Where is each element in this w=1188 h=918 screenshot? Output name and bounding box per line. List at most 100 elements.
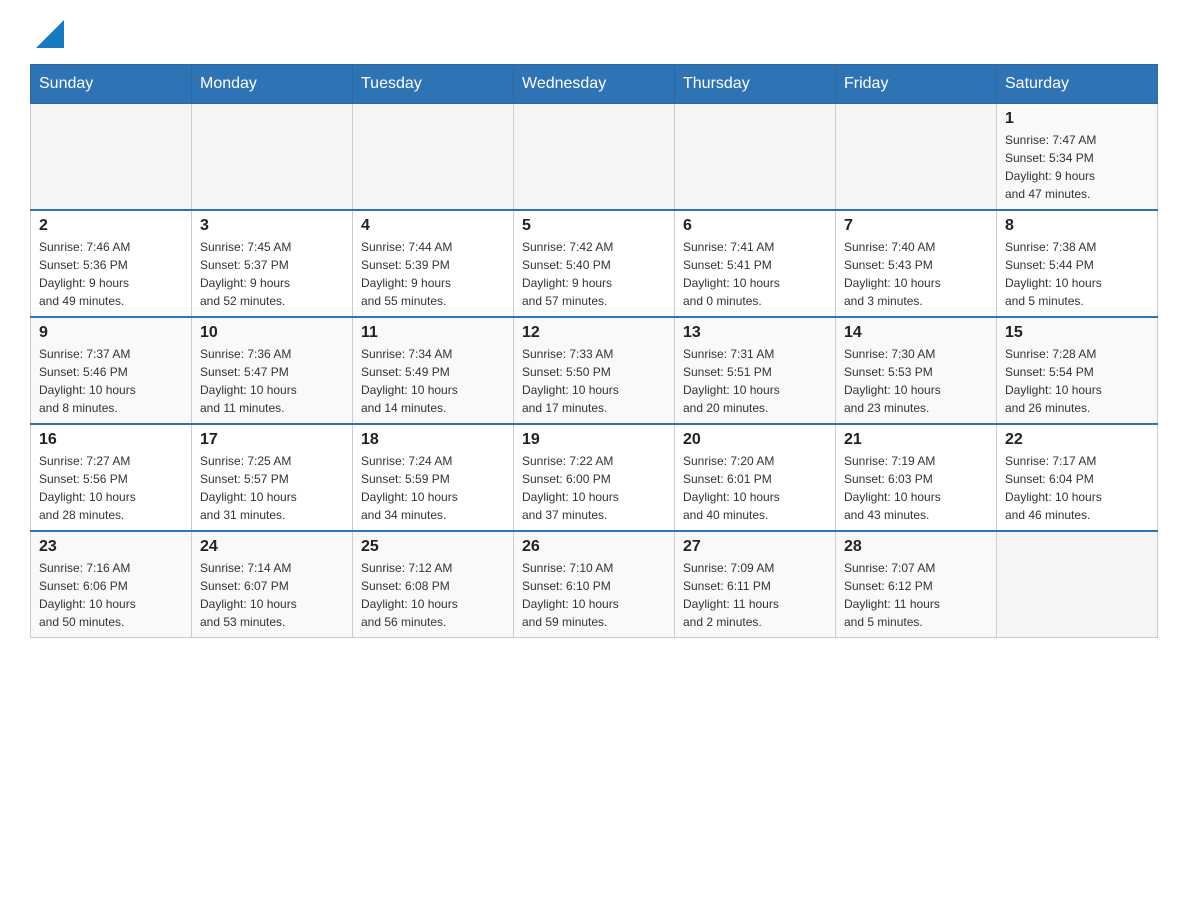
calendar-cell: 28 Sunrise: 7:07 AMSunset: 6:12 PMDayligh…	[836, 531, 997, 638]
day-info: Sunrise: 7:38 AMSunset: 5:44 PMDaylight:…	[1005, 238, 1149, 310]
day-number: 4	[361, 217, 505, 235]
day-info: Sunrise: 7:45 AMSunset: 5:37 PMDaylight:…	[200, 238, 344, 310]
calendar-cell: 16 Sunrise: 7:27 AMSunset: 5:56 PMDayligh…	[31, 424, 192, 531]
day-number: 26	[522, 538, 666, 556]
day-info: Sunrise: 7:30 AMSunset: 5:53 PMDaylight:…	[844, 345, 988, 417]
day-info: Sunrise: 7:46 AMSunset: 5:36 PMDaylight:…	[39, 238, 183, 310]
calendar-cell: 8Sunrise: 7:38 AMSunset: 5:44 PMDaylight…	[997, 210, 1158, 317]
day-info: Sunrise: 7:19 AMSunset: 6:03 PMDaylight:…	[844, 452, 988, 524]
calendar-cell: 4 Sunrise: 7:44 AMSunset: 5:39 PMDaylight…	[353, 210, 514, 317]
day-number: 7	[844, 217, 988, 235]
day-number: 28	[844, 538, 988, 556]
day-info: Sunrise: 7:47 AMSunset: 5:34 PMDaylight:…	[1005, 131, 1149, 203]
calendar-cell: 27 Sunrise: 7:09 AMSunset: 6:11 PMDayligh…	[675, 531, 836, 638]
day-info: Sunrise: 7:36 AMSunset: 5:47 PMDaylight:…	[200, 345, 344, 417]
day-number: 6	[683, 217, 827, 235]
day-number: 25	[361, 538, 505, 556]
day-info: Sunrise: 7:41 AMSunset: 5:41 PMDaylight:…	[683, 238, 827, 310]
calendar-cell: 2 Sunrise: 7:46 AMSunset: 5:36 PMDaylight…	[31, 210, 192, 317]
day-info: Sunrise: 7:24 AMSunset: 5:59 PMDaylight:…	[361, 452, 505, 524]
calendar-week-3: 9 Sunrise: 7:37 AMSunset: 5:46 PMDaylight…	[31, 317, 1158, 424]
logo	[30, 20, 64, 48]
calendar-cell: 19 Sunrise: 7:22 AMSunset: 6:00 PMDayligh…	[514, 424, 675, 531]
calendar-cell: 13 Sunrise: 7:31 AMSunset: 5:51 PMDayligh…	[675, 317, 836, 424]
day-number: 24	[200, 538, 344, 556]
day-number: 9	[39, 324, 183, 342]
header-sunday: Sunday	[31, 65, 192, 104]
day-info: Sunrise: 7:09 AMSunset: 6:11 PMDaylight:…	[683, 559, 827, 631]
day-number: 14	[844, 324, 988, 342]
calendar-week-2: 2 Sunrise: 7:46 AMSunset: 5:36 PMDaylight…	[31, 210, 1158, 317]
day-number: 11	[361, 324, 505, 342]
day-number: 3	[200, 217, 344, 235]
calendar-cell	[675, 104, 836, 211]
calendar-cell: 17Sunrise: 7:25 AMSunset: 5:57 PMDayligh…	[192, 424, 353, 531]
day-number: 2	[39, 217, 183, 235]
header-tuesday: Tuesday	[353, 65, 514, 104]
day-info: Sunrise: 7:22 AMSunset: 6:00 PMDaylight:…	[522, 452, 666, 524]
calendar-cell: 11 Sunrise: 7:34 AMSunset: 5:49 PMDayligh…	[353, 317, 514, 424]
day-number: 27	[683, 538, 827, 556]
calendar-cell: 20 Sunrise: 7:20 AMSunset: 6:01 PMDayligh…	[675, 424, 836, 531]
calendar-cell: 5Sunrise: 7:42 AMSunset: 5:40 PMDaylight…	[514, 210, 675, 317]
calendar-cell	[31, 104, 192, 211]
calendar-cell	[997, 531, 1158, 638]
day-number: 16	[39, 431, 183, 449]
calendar-cell: 7 Sunrise: 7:40 AMSunset: 5:43 PMDaylight…	[836, 210, 997, 317]
calendar-cell	[836, 104, 997, 211]
calendar-cell: 3 Sunrise: 7:45 AMSunset: 5:37 PMDaylight…	[192, 210, 353, 317]
calendar-cell: 15 Sunrise: 7:28 AMSunset: 5:54 PMDayligh…	[997, 317, 1158, 424]
day-number: 13	[683, 324, 827, 342]
header	[30, 20, 1158, 48]
calendar-week-5: 23 Sunrise: 7:16 AMSunset: 6:06 PMDayligh…	[31, 531, 1158, 638]
header-monday: Monday	[192, 65, 353, 104]
day-info: Sunrise: 7:14 AMSunset: 6:07 PMDaylight:…	[200, 559, 344, 631]
day-info: Sunrise: 7:16 AMSunset: 6:06 PMDaylight:…	[39, 559, 183, 631]
day-number: 20	[683, 431, 827, 449]
calendar-cell: 14 Sunrise: 7:30 AMSunset: 5:53 PMDayligh…	[836, 317, 997, 424]
logo-triangle-icon	[36, 20, 64, 48]
day-number: 15	[1005, 324, 1149, 342]
day-number: 22	[1005, 431, 1149, 449]
header-friday: Friday	[836, 65, 997, 104]
day-info: Sunrise: 7:44 AMSunset: 5:39 PMDaylight:…	[361, 238, 505, 310]
calendar-week-4: 16 Sunrise: 7:27 AMSunset: 5:56 PMDayligh…	[31, 424, 1158, 531]
header-saturday: Saturday	[997, 65, 1158, 104]
day-info: Sunrise: 7:27 AMSunset: 5:56 PMDaylight:…	[39, 452, 183, 524]
day-info: Sunrise: 7:20 AMSunset: 6:01 PMDaylight:…	[683, 452, 827, 524]
day-info: Sunrise: 7:33 AMSunset: 5:50 PMDaylight:…	[522, 345, 666, 417]
calendar-cell: 25Sunrise: 7:12 AMSunset: 6:08 PMDayligh…	[353, 531, 514, 638]
day-number: 19	[522, 431, 666, 449]
calendar-cell	[353, 104, 514, 211]
calendar-cell: 26Sunrise: 7:10 AMSunset: 6:10 PMDayligh…	[514, 531, 675, 638]
calendar-cell: 10 Sunrise: 7:36 AMSunset: 5:47 PMDayligh…	[192, 317, 353, 424]
day-info: Sunrise: 7:07 AMSunset: 6:12 PMDaylight:…	[844, 559, 988, 631]
day-info: Sunrise: 7:42 AMSunset: 5:40 PMDaylight:…	[522, 238, 666, 310]
calendar-cell: 23 Sunrise: 7:16 AMSunset: 6:06 PMDayligh…	[31, 531, 192, 638]
calendar-cell: 6 Sunrise: 7:41 AMSunset: 5:41 PMDaylight…	[675, 210, 836, 317]
calendar-cell	[514, 104, 675, 211]
calendar-header-row: SundayMondayTuesdayWednesdayThursdayFrid…	[31, 65, 1158, 104]
day-info: Sunrise: 7:37 AMSunset: 5:46 PMDaylight:…	[39, 345, 183, 417]
calendar-cell	[192, 104, 353, 211]
day-number: 21	[844, 431, 988, 449]
calendar-cell: 9 Sunrise: 7:37 AMSunset: 5:46 PMDaylight…	[31, 317, 192, 424]
day-number: 17	[200, 431, 344, 449]
calendar: SundayMondayTuesdayWednesdayThursdayFrid…	[30, 64, 1158, 638]
day-info: Sunrise: 7:28 AMSunset: 5:54 PMDaylight:…	[1005, 345, 1149, 417]
calendar-cell: 18 Sunrise: 7:24 AMSunset: 5:59 PMDayligh…	[353, 424, 514, 531]
day-info: Sunrise: 7:34 AMSunset: 5:49 PMDaylight:…	[361, 345, 505, 417]
day-number: 18	[361, 431, 505, 449]
header-wednesday: Wednesday	[514, 65, 675, 104]
calendar-cell: 21 Sunrise: 7:19 AMSunset: 6:03 PMDayligh…	[836, 424, 997, 531]
day-number: 1	[1005, 110, 1149, 128]
day-number: 10	[200, 324, 344, 342]
day-info: Sunrise: 7:17 AMSunset: 6:04 PMDaylight:…	[1005, 452, 1149, 524]
calendar-week-1: 1 Sunrise: 7:47 AMSunset: 5:34 PMDaylight…	[31, 104, 1158, 211]
day-number: 23	[39, 538, 183, 556]
calendar-cell: 1 Sunrise: 7:47 AMSunset: 5:34 PMDaylight…	[997, 104, 1158, 211]
day-info: Sunrise: 7:40 AMSunset: 5:43 PMDaylight:…	[844, 238, 988, 310]
calendar-cell: 22 Sunrise: 7:17 AMSunset: 6:04 PMDayligh…	[997, 424, 1158, 531]
calendar-cell: 24 Sunrise: 7:14 AMSunset: 6:07 PMDayligh…	[192, 531, 353, 638]
day-info: Sunrise: 7:31 AMSunset: 5:51 PMDaylight:…	[683, 345, 827, 417]
